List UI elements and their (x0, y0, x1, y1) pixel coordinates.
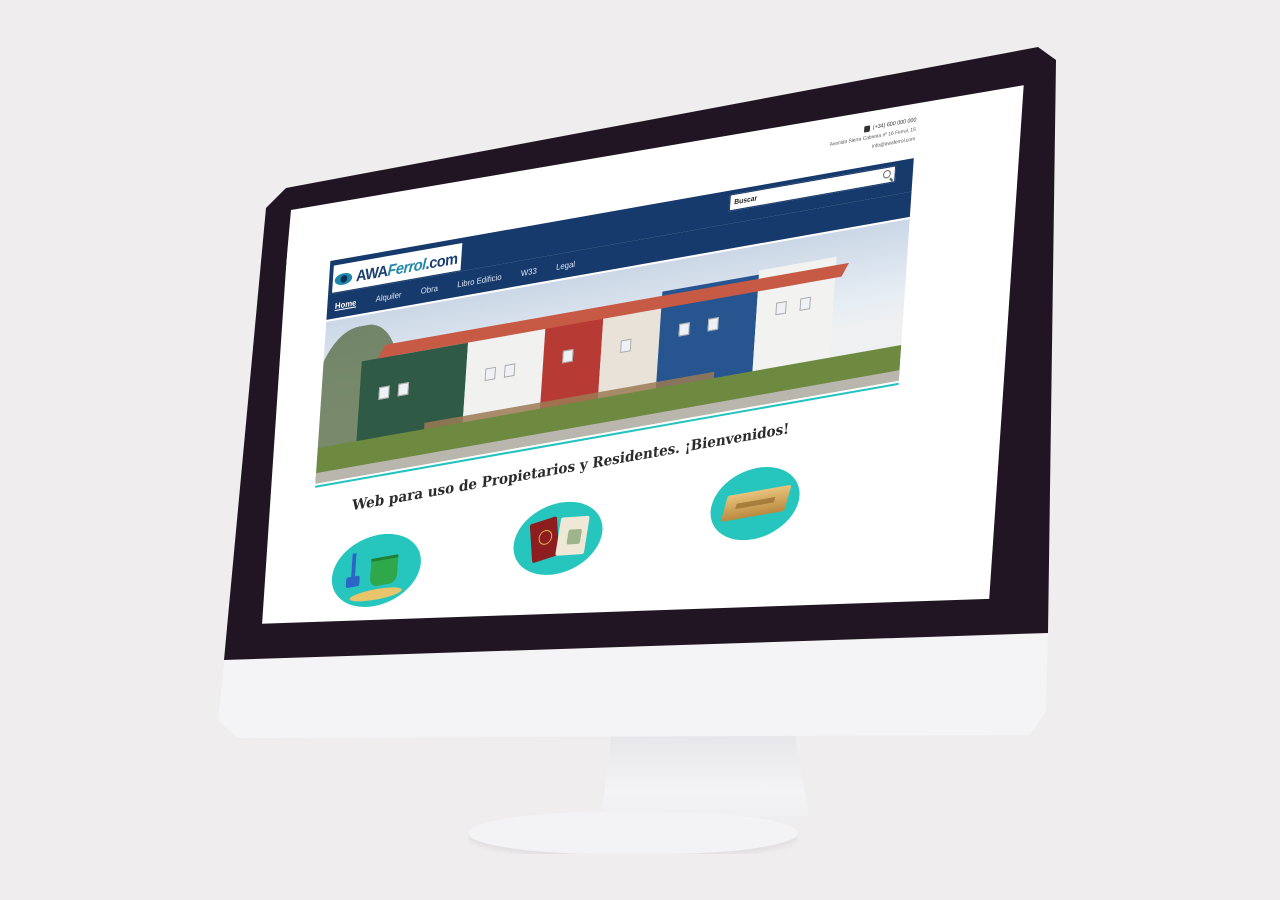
nav-item-libro-edificio[interactable]: Libro Edificio (455, 268, 504, 292)
phone-icon (863, 124, 871, 133)
gold-sign-icon (713, 460, 802, 523)
eye-logo-icon (334, 271, 353, 286)
feature-beach[interactable] (329, 526, 424, 614)
monitor-stand-base (468, 812, 798, 854)
nav-item-legal[interactable]: Legal (554, 255, 578, 275)
nav-item-home[interactable]: Home (333, 294, 359, 314)
nav-item-w33[interactable]: W33 (518, 262, 539, 281)
feature-sign[interactable] (708, 460, 802, 548)
nav-item-obra[interactable]: Obra (418, 279, 440, 298)
feature-passport[interactable] (511, 494, 605, 582)
search-icon[interactable] (882, 169, 892, 180)
nav-item-alquiler[interactable]: Alquiler (373, 286, 404, 307)
beach-bucket-icon (334, 527, 423, 605)
passport-icon (516, 495, 605, 564)
